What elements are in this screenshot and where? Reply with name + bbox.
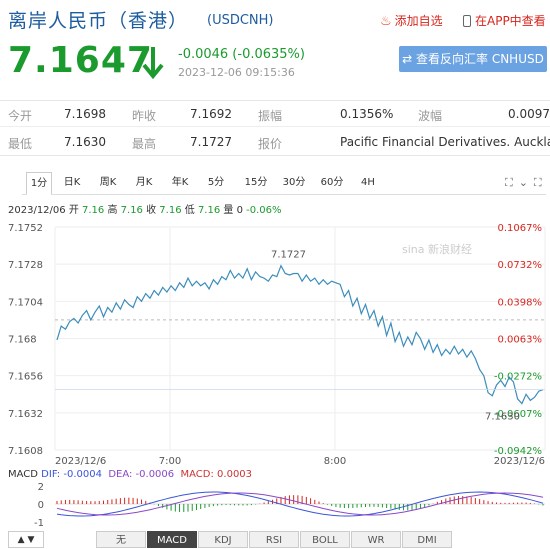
- watermark: sina 新浪财经: [402, 242, 472, 256]
- tab-60min[interactable]: 60分: [318, 172, 346, 193]
- y-tick-label: 7.1656: [8, 372, 43, 383]
- chart-tools: ⛶⌄⛶: [505, 176, 548, 190]
- period-tabs: 1分 日K 周K 月K 年K 5分 15分 30分 60分 4H: [22, 172, 546, 195]
- tab-15min[interactable]: 15分: [242, 172, 270, 193]
- macd-dif: DIF: -0.0004: [41, 469, 102, 480]
- divider: [0, 100, 550, 101]
- open-in-app-label: 在APP中查看: [475, 14, 546, 28]
- quote-source-value: Pacific Financial Derivatives. Auckland: [340, 135, 550, 149]
- indicator-tab-kdj[interactable]: KDJ: [198, 531, 248, 548]
- percent-tick-label: 0.0398%: [498, 297, 543, 308]
- x-axis: 2023/12/6 7:00 8:00 2023/12/6: [55, 456, 545, 467]
- down-arrow-icon: [142, 47, 164, 79]
- reverse-rate-label: 查看反向汇率 CNHUSD: [416, 52, 544, 66]
- high-label: 最高: [132, 137, 157, 151]
- tab-weekly[interactable]: 周K: [96, 172, 120, 193]
- tab-daily[interactable]: 日K: [60, 172, 84, 193]
- x-tick-label: 2023/12/6: [55, 456, 106, 467]
- y-tick-label: 7.168: [8, 335, 37, 346]
- y-tick-label: 7.1608: [8, 446, 43, 457]
- page-title: 离岸人民币（香港）: [8, 10, 189, 32]
- tab-1min[interactable]: 1分: [26, 172, 52, 195]
- open-in-app-button[interactable]: 在APP中查看: [463, 12, 546, 29]
- chevron-down-icon[interactable]: ⌄: [519, 176, 534, 189]
- amplitude-value: 0.1356%: [340, 107, 394, 121]
- indicator-tab-boll[interactable]: BOLL: [300, 531, 350, 548]
- macd-tick-label: -1: [34, 518, 44, 529]
- x-tick-label: 7:00: [159, 456, 181, 467]
- price-change: -0.0046 (-0.0635%): [178, 47, 305, 62]
- indicator-scroll[interactable]: ▲ ▼: [8, 531, 44, 548]
- macd-tick-label: 2: [38, 482, 44, 493]
- indicator-tab-wr[interactable]: WR: [351, 531, 401, 548]
- add-favorite-label: 添加自选: [394, 14, 443, 28]
- symbol-code: (USDCNH): [207, 13, 274, 28]
- current-price: 7.1647: [8, 40, 153, 81]
- down-arrow-icon[interactable]: ▼: [27, 535, 34, 545]
- macd-dea: DEA: -0.0006: [108, 469, 175, 480]
- y-tick-label: 7.1704: [8, 297, 43, 308]
- ohlc-summary: 2023/12/06 开 7.16 高 7.16 收 7.16 低 7.16 量…: [8, 201, 282, 216]
- x-tick-label: 2023/12/6: [494, 456, 545, 467]
- divider: [0, 126, 550, 127]
- macd-title: MACD: [8, 469, 38, 480]
- range-label: 波幅: [418, 109, 443, 123]
- reverse-rate-button[interactable]: ⇄ 查看反向汇率 CNHUSD: [399, 46, 547, 72]
- y-tick-label: 7.1752: [8, 223, 43, 234]
- macd-tick-label: 0: [38, 500, 44, 511]
- indicator-tab-none[interactable]: 无: [96, 531, 146, 548]
- flame-icon: ♨: [380, 14, 392, 29]
- y-tick-label: 7.1632: [8, 409, 43, 420]
- add-favorite-button[interactable]: ♨ 添加自选: [380, 12, 443, 29]
- percent-tick-label: 0.0063%: [498, 335, 543, 346]
- open-value: 7.1698: [64, 107, 106, 121]
- divider: [0, 155, 550, 156]
- quote-timestamp: 2023-12-06 09:15:36: [178, 66, 295, 79]
- prev-close-label: 昨收: [132, 109, 157, 123]
- x-tick-label: 8:00: [324, 456, 346, 467]
- low-value: 7.1630: [64, 135, 106, 149]
- percent-tick-label: 0.0732%: [498, 260, 543, 271]
- tab-5min[interactable]: 5分: [204, 172, 228, 193]
- tab-4h[interactable]: 4H: [356, 172, 380, 193]
- open-label: 今开: [8, 109, 33, 123]
- macd-value: MACD: 0.0003: [180, 469, 253, 480]
- phone-icon: [463, 15, 471, 27]
- price-line: [55, 264, 545, 405]
- macd-chart: 2 0 -1: [34, 482, 545, 529]
- tab-yearly[interactable]: 年K: [168, 172, 192, 193]
- low-label: 最低: [8, 137, 33, 151]
- expand-icon[interactable]: ⛶: [505, 176, 519, 189]
- macd-summary: MACD DIF: -0.0004 DEA: -0.0006 MACD: 0.0…: [8, 469, 252, 480]
- indicator-tab-macd[interactable]: MACD: [147, 531, 197, 548]
- prev-close-value: 7.1692: [190, 107, 232, 121]
- indicator-tab-dmi[interactable]: DMI: [402, 531, 452, 548]
- y-axis: 7.1752 7.1728 7.1704 7.168 7.1656 7.1632 7.160…: [8, 223, 43, 457]
- quote-source-label: 报价: [258, 137, 283, 151]
- high-annotation: 7.1727: [271, 250, 306, 261]
- indicator-tab-rsi[interactable]: RSI: [249, 531, 299, 548]
- percent-tick-label: 0.1067%: [498, 223, 543, 234]
- range-value: 0.0097: [508, 107, 550, 121]
- amplitude-label: 振幅: [258, 109, 283, 123]
- swap-icon: ⇄: [402, 52, 417, 66]
- high-value: 7.1727: [190, 135, 232, 149]
- fullscreen-icon[interactable]: ⛶: [534, 176, 548, 189]
- y-tick-label: 7.1728: [8, 260, 43, 271]
- tab-30min[interactable]: 30分: [280, 172, 308, 193]
- low-annotation: 7.1630: [485, 412, 520, 423]
- price-series-line: [56, 264, 544, 405]
- tab-monthly[interactable]: 月K: [132, 172, 156, 193]
- up-arrow-icon[interactable]: ▲: [18, 535, 25, 545]
- price-chart[interactable]: 7.1752 7.1728 7.1704 7.168 7.1656 7.1632 7.160…: [0, 215, 550, 467]
- indicator-tabs: 无 MACD KDJ RSI BOLL WR DMI: [48, 531, 548, 549]
